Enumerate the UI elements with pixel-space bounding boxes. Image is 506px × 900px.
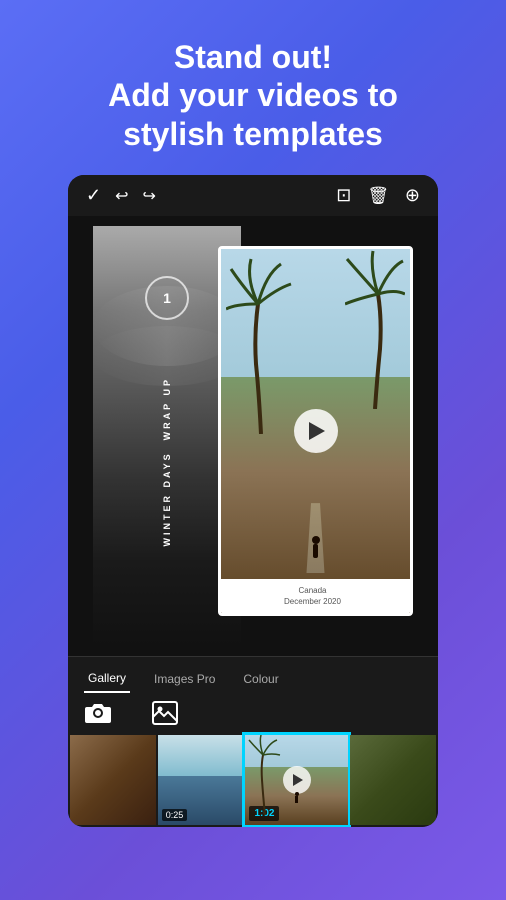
check-icon[interactable]: ✓ <box>86 185 101 206</box>
caption-line1: Canada <box>225 585 400 596</box>
image-icon <box>152 701 178 725</box>
video-duration-2: 0:25 <box>162 809 188 821</box>
play-triangle-icon <box>309 422 325 440</box>
caption-area: Canada December 2020 <box>218 579 410 613</box>
canvas-area: 1 WINTER DAYS WRAP UP <box>68 216 438 656</box>
camera-icon <box>84 701 112 725</box>
toolbar-left: ✓ ↩ ↪ <box>86 185 156 206</box>
palm-tree-left <box>226 254 296 434</box>
vertical-text: WINTER DAYS WRAP UP <box>162 377 172 547</box>
header-line1: Stand out! <box>174 39 332 75</box>
gallery-item-2[interactable]: 0:25 <box>158 735 244 825</box>
play-button[interactable] <box>294 409 338 453</box>
gallery-row: 0:25 <box>68 733 438 827</box>
image-button[interactable] <box>152 701 178 725</box>
refresh-icon[interactable]: ↻ <box>412 535 413 561</box>
camera-button[interactable] <box>84 701 112 725</box>
tab-gallery[interactable]: Gallery <box>84 665 130 693</box>
toolbar-right: ⊡ 🗑 ⊕ <box>336 185 420 206</box>
gallery-item-4[interactable] <box>350 735 436 825</box>
delete-icon[interactable]: 🗑 <box>367 186 389 206</box>
template-container: 1 WINTER DAYS WRAP UP <box>93 226 413 646</box>
toolbar: ✓ ↩ ↪ ⊡ 🗑 ⊕ <box>68 175 438 216</box>
palm-tree-right <box>345 249 405 409</box>
thumb-play-button-3[interactable] <box>283 766 311 794</box>
tab-images-pro[interactable]: Images Pro <box>150 666 219 692</box>
tab-colour[interactable]: Colour <box>239 666 282 692</box>
bottom-tabs: Gallery Images Pro Colour <box>68 656 438 693</box>
editor-frame: ✓ ↩ ↪ ⊡ 🗑 ⊕ 1 <box>68 175 438 827</box>
header-section: Stand out! Add your videos to stylish te… <box>68 38 438 153</box>
undo-icon[interactable]: ↩ <box>115 186 128 206</box>
header-line3: stylish templates <box>123 116 383 152</box>
gallery-item-1[interactable] <box>70 735 156 825</box>
gallery-item-3[interactable]: 1:02 <box>245 735 348 825</box>
more-icon[interactable]: ⊕ <box>405 185 420 206</box>
icon-row <box>68 693 438 733</box>
redo-icon[interactable]: ↪ <box>143 186 156 206</box>
crop-icon[interactable]: ⊡ <box>336 185 351 206</box>
header-line2: Add your videos to <box>108 77 398 113</box>
caption-line2: December 2020 <box>225 596 400 607</box>
video-background <box>221 249 410 613</box>
circle-badge: 1 <box>145 276 189 320</box>
video-panel[interactable]: ↻ Canada December 2020 <box>218 246 413 616</box>
